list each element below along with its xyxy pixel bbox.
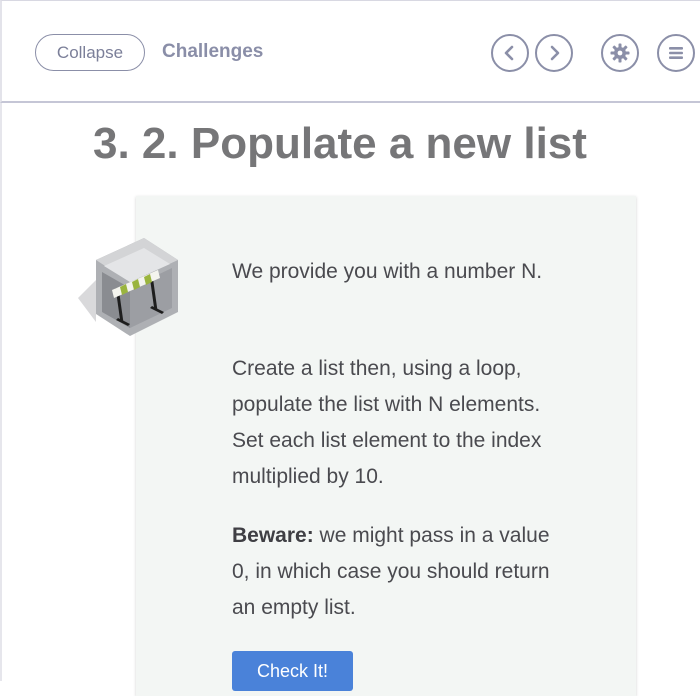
gear-icon bbox=[610, 43, 630, 63]
page-title: 3. 2. Populate a new list bbox=[93, 119, 587, 168]
chevron-left-icon bbox=[504, 45, 514, 61]
chevron-right-icon bbox=[550, 45, 560, 61]
collapse-button[interactable]: Collapse bbox=[35, 34, 145, 71]
settings-button[interactable] bbox=[601, 34, 639, 72]
check-it-button-label: Check It! bbox=[256, 660, 329, 681]
top-bar: Collapse Challenges bbox=[0, 0, 700, 103]
previous-button[interactable] bbox=[491, 34, 529, 72]
menu-button[interactable] bbox=[657, 34, 695, 72]
check-it-button[interactable]: Check It! bbox=[232, 651, 353, 691]
description-paragraph-1: We provide you with a number N. bbox=[232, 260, 543, 283]
menu-icon bbox=[669, 47, 683, 59]
hurdle-box-icon bbox=[78, 238, 178, 336]
description-paragraph-2: Create a list then, using a loop, popula… bbox=[232, 357, 542, 488]
description-paragraph-3: Beware: we might pass in a value 0, in w… bbox=[232, 518, 572, 626]
next-button[interactable] bbox=[535, 34, 573, 72]
section-label-challenges[interactable]: Challenges bbox=[162, 41, 263, 63]
collapse-button-label: Collapse bbox=[56, 42, 124, 62]
beware-label: Beware: bbox=[232, 524, 314, 547]
left-edge-divider bbox=[0, 103, 2, 681]
